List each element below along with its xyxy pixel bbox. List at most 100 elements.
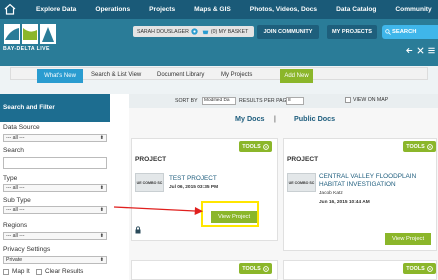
nav-explore-data[interactable]: Explore Data — [36, 6, 76, 13]
gear-icon — [262, 265, 269, 272]
site-header: BAY-DELTA LIVE SARAH DOUSLAGER (0) MY BA… — [0, 19, 438, 66]
top-nav: Explore Data Operations Projects Maps & … — [0, 0, 438, 19]
highlight-box — [201, 201, 259, 227]
search-label: SEARCH — [392, 29, 417, 35]
nav-projects[interactable]: Projects — [149, 6, 175, 13]
map-it-label: Map It — [12, 268, 30, 275]
privacy-value: Private — [6, 257, 23, 263]
logo-mark-icon — [4, 24, 56, 44]
header-search-input[interactable]: SEARCH — [382, 25, 438, 39]
sidebar-search-input[interactable] — [3, 157, 107, 169]
project-card: TOOLS PROJECT UE COMBO SC CENTRAL VALLEY… — [283, 138, 437, 251]
checkbox-box[interactable] — [345, 97, 351, 103]
sort-bar: SORT BY Modified Da RESULTS PER PAGE 8 V… — [129, 94, 438, 108]
tools-button[interactable]: TOOLS — [403, 263, 436, 274]
gear-icon — [426, 265, 433, 272]
join-community-button[interactable]: JOIN COMMUNITY — [257, 25, 319, 39]
project-title-line-2[interactable]: HABITAT INVESTIGATION — [319, 181, 396, 189]
select-caret-icon: ⬍ — [99, 135, 104, 141]
tools-button[interactable]: TOOLS — [239, 263, 272, 274]
card-type: PROJECT — [287, 156, 319, 163]
logo-text: BAY-DELTA LIVE — [3, 46, 50, 52]
clear-results-checkbox[interactable]: Clear Results — [36, 268, 83, 275]
search-filter-sidebar: Search and Filter Data Source --- all --… — [0, 94, 110, 280]
home-icon[interactable] — [3, 2, 17, 16]
tab-document-library[interactable]: Document Library — [157, 72, 204, 78]
clear-results-label: Clear Results — [45, 268, 84, 275]
tab-public-docs[interactable]: Public Docs — [294, 114, 335, 123]
nav-maps-gis[interactable]: Maps & GIS — [194, 6, 231, 13]
type-select[interactable]: --- all --- ⬍ — [3, 184, 107, 192]
tools-button[interactable]: TOOLS — [239, 141, 272, 152]
project-author: Jacob Katz — [319, 191, 343, 196]
project-card: TOOLS — [131, 260, 278, 280]
search-label: Search — [3, 147, 24, 154]
view-on-map-label: VIEW ON MAP — [353, 97, 389, 103]
user-menu[interactable]: SARAH DOUSLAGER (0) MY BASKET — [133, 26, 254, 37]
tools-label: TOOLS — [242, 143, 261, 150]
subtype-value: --- all --- — [6, 207, 25, 213]
regions-value: --- all --- — [6, 233, 25, 239]
gear-icon — [426, 143, 433, 150]
tab-my-docs[interactable]: My Docs — [235, 114, 265, 123]
collapse-icon[interactable] — [416, 46, 425, 55]
sort-by-select[interactable]: Modified Da — [202, 97, 236, 105]
tab-strip: What's New Search & List View Document L… — [10, 67, 428, 83]
project-title[interactable]: TEST PROJECT — [169, 175, 217, 183]
data-source-label: Data Source — [3, 124, 40, 131]
tab-search-list-view[interactable]: Search & List View — [91, 72, 141, 78]
privacy-label: Privacy Settings — [3, 246, 51, 253]
regions-select[interactable]: --- all --- ⬍ — [3, 232, 107, 240]
header-icons — [405, 45, 438, 55]
nav-operations[interactable]: Operations — [95, 6, 130, 13]
subtype-select[interactable]: --- all --- ⬍ — [3, 206, 107, 214]
data-source-select[interactable]: --- all --- ⬍ — [3, 134, 107, 142]
results-per-page-label: RESULTS PER PAGE — [239, 98, 291, 104]
data-source-value: --- all --- — [6, 135, 25, 141]
type-value: --- all --- — [6, 185, 25, 191]
project-title-line-1[interactable]: CENTRAL VALLEY FLOODPLAIN — [319, 173, 416, 181]
type-label: Type — [3, 175, 18, 182]
nav-data-catalog[interactable]: Data Catalog — [336, 6, 376, 13]
select-caret-icon: ⬍ — [99, 257, 104, 263]
sidebar-heading: Search and Filter — [0, 94, 110, 122]
project-thumbnail[interactable]: UE COMBO SC — [287, 173, 316, 192]
project-date: Jun 16, 2015 10:44 AM — [319, 200, 370, 205]
gear-icon — [262, 143, 269, 150]
results-per-page-select[interactable]: 8 — [286, 97, 304, 105]
select-caret-icon: ⬍ — [99, 185, 104, 191]
privacy-select[interactable]: Private ⬍ — [3, 256, 107, 264]
tools-button[interactable]: TOOLS — [403, 141, 436, 152]
site-logo[interactable]: BAY-DELTA LIVE — [1, 22, 61, 56]
tools-label: TOOLS — [406, 143, 425, 150]
tab-whats-new[interactable]: What's New — [37, 69, 83, 83]
menu-icon[interactable] — [427, 46, 436, 55]
project-card: TOOLS — [283, 260, 437, 280]
basket-icon — [202, 30, 209, 34]
project-date: Jul 06, 2015 03:35 PM — [169, 185, 219, 190]
subtype-label: Sub Type — [3, 197, 31, 204]
arrow-left-icon[interactable] — [405, 46, 414, 55]
add-new-button[interactable]: Add New — [280, 69, 313, 83]
project-thumbnail[interactable]: UE COMBO SC — [135, 173, 164, 192]
card-type: PROJECT — [135, 156, 167, 163]
view-project-button[interactable]: View Project — [385, 233, 431, 245]
checkbox-box[interactable] — [3, 268, 9, 275]
my-projects-button[interactable]: MY PROJECTS — [327, 25, 377, 39]
basket-label[interactable]: (0) MY BASKET — [211, 29, 248, 35]
nav-community[interactable]: Community — [395, 6, 431, 13]
view-on-map-checkbox[interactable]: VIEW ON MAP — [345, 97, 388, 103]
gear-icon[interactable] — [191, 28, 198, 35]
select-caret-icon: ⬍ — [99, 207, 104, 213]
checkbox-box[interactable] — [36, 268, 42, 275]
user-name[interactable]: SARAH DOUSLAGER — [137, 29, 189, 35]
nav-items: Explore Data Operations Projects Maps & … — [36, 0, 438, 19]
map-it-checkbox[interactable]: Map It — [3, 268, 30, 275]
nav-photos-videos-docs[interactable]: Photos, Videos, Docs — [250, 6, 317, 13]
tab-my-projects[interactable]: My Projects — [221, 72, 252, 78]
doc-tabs: My Docs | Public Docs — [129, 114, 438, 124]
select-caret-icon: ⬍ — [99, 233, 104, 239]
results-panel: SORT BY Modified Da RESULTS PER PAGE 8 V… — [129, 94, 438, 280]
red-arrow-annotation — [113, 206, 203, 215]
regions-label: Regions — [3, 222, 28, 229]
